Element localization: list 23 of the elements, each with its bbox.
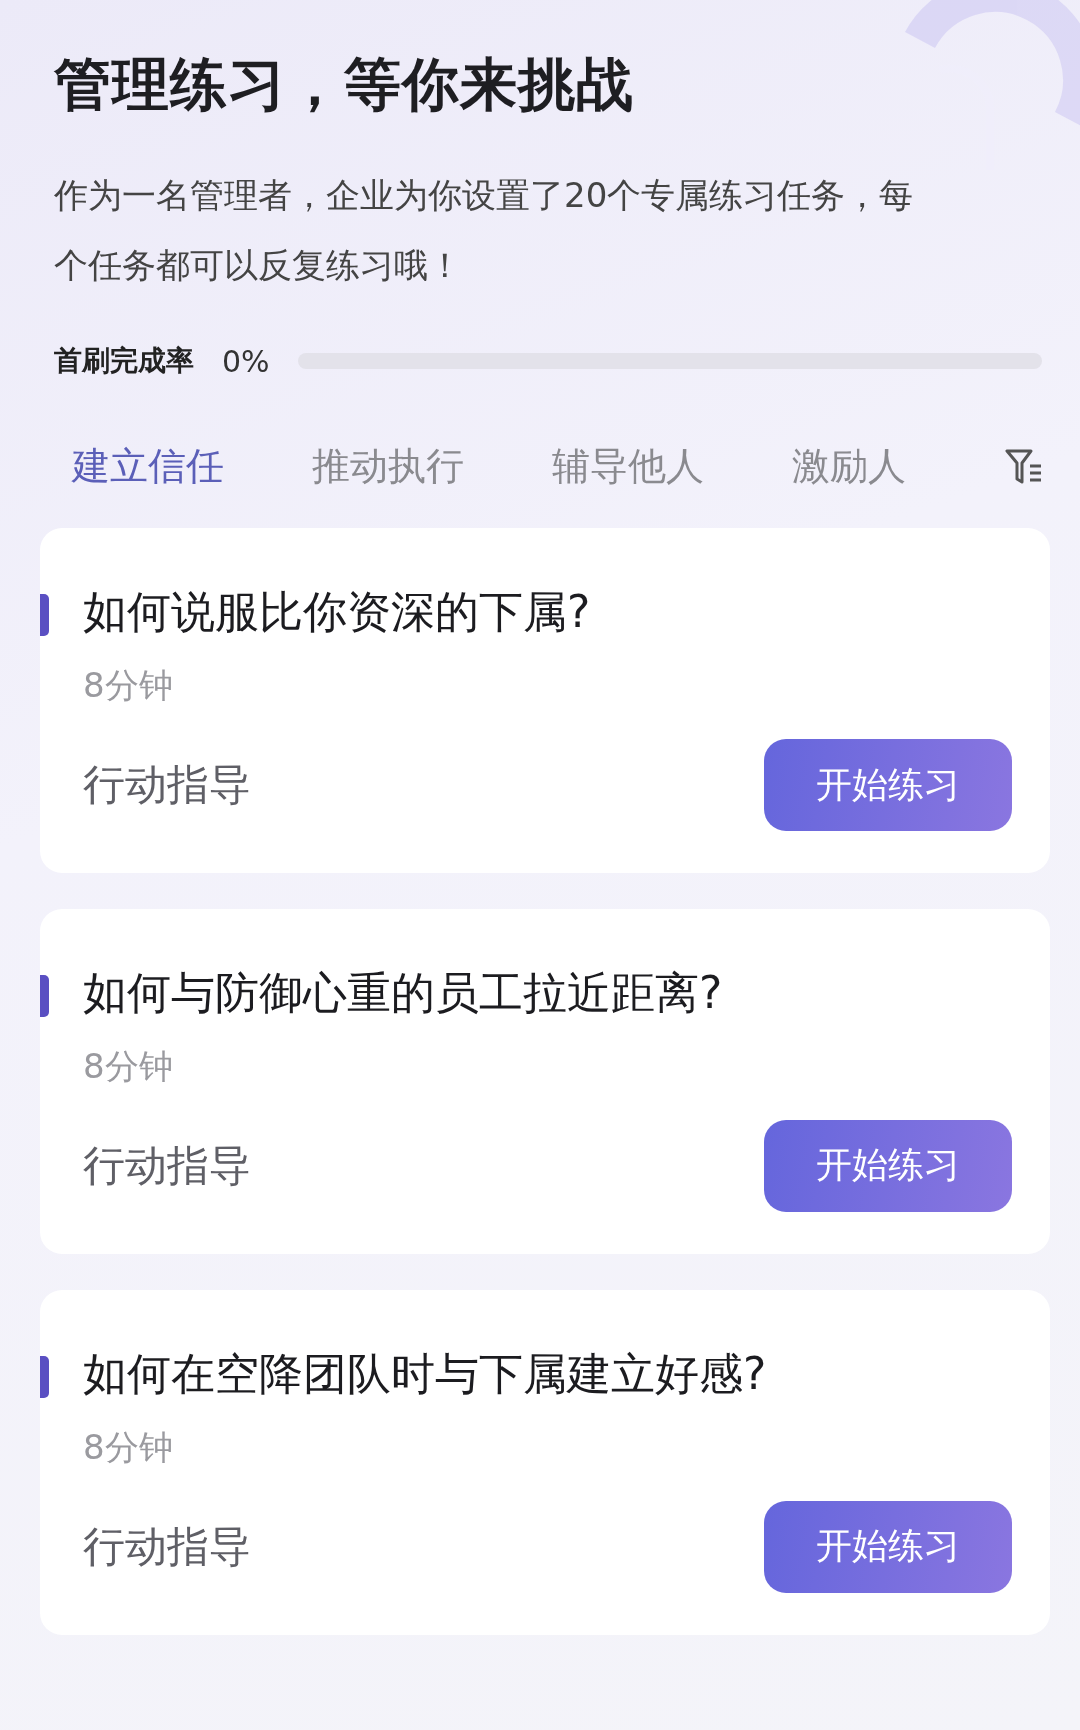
task-duration: 8分钟 [83, 664, 174, 708]
task-duration: 8分钟 [83, 1425, 174, 1469]
description-text: 作为一名管理者，企业为你设置了20个专属练习任务，每个任务都可以反复练习哦！ [54, 174, 915, 288]
task-title: 如何与防御心重的员工拉近距离? [83, 967, 724, 1020]
category-tab[interactable]: 激励人 [792, 440, 906, 492]
page-title: 管理练习，等你来挑战 [54, 50, 635, 119]
accent-bar [40, 594, 49, 637]
task-duration: 8分钟 [83, 1045, 174, 1088]
accent-bar [40, 975, 49, 1018]
category-tab[interactable]: 建立信任 [72, 440, 224, 492]
start-button[interactable]: 开始练习 [764, 1120, 1012, 1212]
task-type: 行动指导 [83, 1520, 251, 1573]
category-tab[interactable]: 推动执行 [312, 440, 464, 492]
task-title: 如何在空降团队时与下属建立好感? [83, 1348, 768, 1401]
task-type: 行动指导 [83, 1140, 251, 1192]
task-title: 如何说服比你资深的下属? [83, 586, 592, 640]
start-button[interactable]: 开始练习 [764, 739, 1012, 832]
progress-value: 0% [222, 343, 270, 379]
start-button[interactable]: 开始练习 [764, 1500, 1012, 1593]
task-type: 行动指导 [83, 759, 251, 812]
accent-bar [40, 1356, 49, 1398]
progress-label: 首刷完成率 [54, 343, 194, 380]
category-tab[interactable]: 辅导他人 [552, 440, 704, 492]
